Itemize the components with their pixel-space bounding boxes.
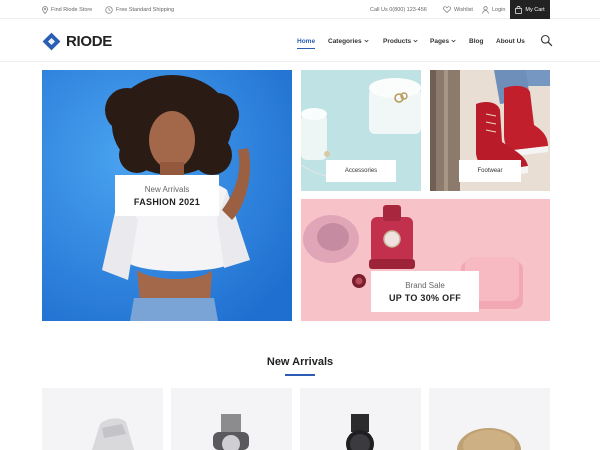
chevron-down-icon (364, 39, 369, 43)
riode-diamond-logo-icon (42, 32, 61, 50)
phone-info[interactable]: Call Us 0(800) 123-456 (370, 0, 427, 19)
search-icon[interactable] (540, 34, 553, 47)
section-title-underline (285, 374, 315, 376)
product-card[interactable] (429, 388, 550, 450)
wishlist-link[interactable]: Wishlist (443, 0, 473, 19)
chevron-down-icon (451, 39, 456, 43)
heart-icon (443, 6, 451, 13)
nav-pages-label: Pages (430, 37, 450, 45)
accessories-banner-label: Accessories (326, 160, 396, 182)
wishlist-label: Wishlist (454, 6, 473, 13)
accessories-banner[interactable]: Accessories (301, 70, 421, 191)
fashion-banner[interactable]: New Arrivals FASHION 2021 (42, 70, 292, 321)
nav-categories-label: Categories (328, 37, 362, 45)
nav-about-us-label: About Us (496, 37, 525, 45)
speaker-image (457, 428, 521, 450)
nav-pages[interactable]: Pages (430, 20, 456, 62)
sneaker-image (92, 418, 134, 450)
nav-blog-label: Blog (469, 37, 484, 45)
shipping-label: Free Standard Shipping (116, 6, 175, 13)
nav-about-us[interactable]: About Us (496, 20, 525, 62)
shopping-bag-icon (515, 5, 523, 14)
nav-blog[interactable]: Blog (469, 20, 483, 62)
nav-products-label: Products (383, 37, 412, 45)
footwear-banner[interactable]: Footwear (430, 70, 550, 191)
find-store-label: Find Riode Store (51, 6, 93, 13)
brand-sale-banner[interactable]: Brand Sale UP TO 30% OFF (301, 199, 550, 321)
footwear-banner-label: Footwear (459, 160, 521, 182)
nav-products[interactable]: Products (383, 20, 418, 62)
find-store-link[interactable]: Find Riode Store (42, 0, 92, 19)
logo-text: RIODE (66, 32, 113, 50)
footwear-label: Footwear (477, 168, 503, 174)
product-card[interactable] (42, 388, 163, 450)
watch-image (213, 414, 249, 450)
black-watch-image (346, 414, 374, 450)
chevron-down-icon (413, 39, 418, 43)
shipping-info: Free Standard Shipping (105, 0, 174, 19)
accessories-label: Accessories (344, 168, 378, 174)
fashion-banner-subtitle: New Arrivals (144, 184, 190, 194)
nav-home[interactable]: Home (297, 20, 316, 62)
main-header: RIODE Home Categories Products Pages Blo… (0, 20, 600, 62)
fashion-banner-title: FASHION 2021 (133, 196, 201, 207)
product-card[interactable] (171, 388, 292, 450)
fashion-banner-label: New Arrivals FASHION 2021 (115, 175, 219, 216)
brand-sale-subtitle: Brand Sale (405, 280, 445, 290)
top-bar: Find Riode Store Free Standard Shipping … (0, 0, 600, 19)
brand-sale-title: UP TO 30% OFF (388, 292, 462, 303)
logo[interactable]: RIODE (42, 31, 112, 51)
my-cart-button[interactable]: My Cart (510, 0, 550, 19)
my-cart-label: My Cart (525, 6, 545, 13)
nav-home-label: Home (297, 37, 316, 45)
phone-label: Call Us 0(800) 123-456 (370, 6, 427, 13)
user-icon (482, 5, 489, 14)
login-link[interactable]: Login (482, 0, 505, 19)
login-label: Login (492, 6, 506, 13)
location-pin-icon (42, 5, 48, 14)
nav-active-underline (297, 47, 316, 49)
new-arrivals-title: New Arrivals (266, 356, 334, 368)
clock-icon (105, 5, 113, 14)
nav-categories[interactable]: Categories (328, 20, 369, 62)
brand-sale-label: Brand Sale UP TO 30% OFF (371, 271, 479, 312)
product-card[interactable] (300, 388, 421, 450)
